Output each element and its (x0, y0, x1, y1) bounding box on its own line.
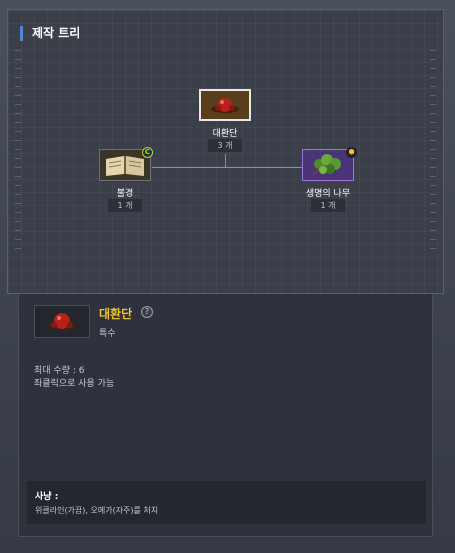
help-icon[interactable]: ? (141, 306, 153, 318)
connector-vertical (225, 154, 226, 167)
target-item-count: 3 개 (208, 139, 242, 152)
certified-badge-icon: C (142, 147, 153, 158)
panel-edge-left (15, 50, 21, 250)
crafting-tree-panel: 제작 트리 대환단 3 개 C 불경 1 개 ⬢ 생명의 나무 1 개 (7, 9, 444, 294)
panel-edge-right (430, 50, 436, 250)
detail-max-quantity: 최대 수량 : 6 (34, 366, 85, 376)
ingredient-item-name: 불경 (116, 189, 134, 199)
connector-horizontal (152, 167, 302, 168)
detail-usage: 좌클릭으로 사용 가능 (34, 379, 115, 389)
acquisition-box: 사냥 : 위클라인(가끔), 오메가(자주)를 처치 (27, 481, 426, 524)
ingredient-item-count: 1 개 (311, 199, 345, 212)
panel-title: 제작 트리 (20, 26, 80, 41)
detail-item-name: 대환단 (99, 307, 133, 321)
target-item-frame[interactable] (199, 89, 251, 121)
detail-item-thumbnail (34, 305, 90, 338)
target-item-name: 대환단 (212, 129, 238, 139)
detail-item-type: 특수 (99, 329, 116, 339)
item-detail-panel: 대환단 ? 특수 최대 수량 : 6 좌클릭으로 사용 가능 사냥 : 위클라인… (18, 294, 433, 537)
acquisition-title: 사냥 : (35, 492, 59, 502)
acquisition-text: 위클라인(가끔), 오메가(자주)를 처치 (35, 506, 159, 515)
red-pill-icon (201, 91, 249, 119)
red-pill-icon (47, 313, 77, 330)
ingredient-item-count: 1 개 (108, 199, 142, 212)
hexagon-badge-icon: ⬢ (346, 147, 357, 158)
ingredient-item-name: 생명의 나무 (305, 189, 351, 199)
